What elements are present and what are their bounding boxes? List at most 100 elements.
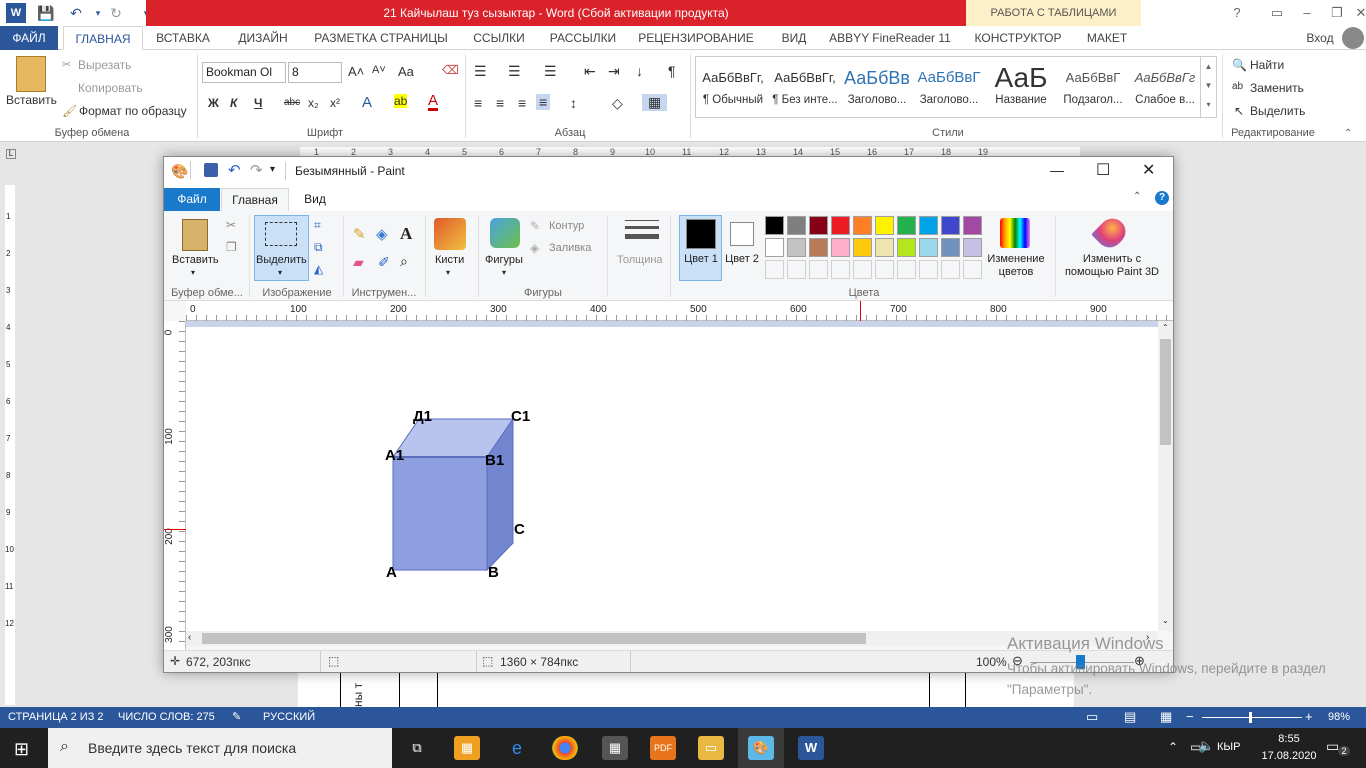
custom-color-slot[interactable] bbox=[919, 260, 938, 279]
custom-color-slot[interactable] bbox=[765, 260, 784, 279]
tab-selector-icon[interactable]: L bbox=[6, 149, 16, 159]
paint3d-button[interactable]: Изменить с помощью Paint 3D bbox=[1058, 253, 1166, 279]
paste-icon[interactable] bbox=[182, 219, 208, 251]
palette-color-swatch[interactable] bbox=[897, 216, 916, 235]
palette-color-swatch[interactable] bbox=[831, 216, 850, 235]
paste-button[interactable]: Вставить bbox=[6, 93, 57, 107]
palette-color-swatch[interactable] bbox=[853, 216, 872, 235]
shapes-dropdown-icon[interactable]: ▾ bbox=[502, 268, 506, 277]
align-center-icon[interactable]: ≡ bbox=[496, 95, 504, 111]
justify-icon[interactable]: ≡ bbox=[536, 94, 551, 110]
paste-button[interactable]: Вставить bbox=[172, 254, 219, 266]
styles-scroll-icon[interactable]: ▲ ▼ ▾ bbox=[1200, 57, 1216, 117]
store-icon[interactable]: ▦ bbox=[454, 736, 480, 760]
fill-icon[interactable]: ◈ bbox=[376, 225, 388, 243]
scroll-down-icon[interactable]: ⌄ bbox=[1162, 616, 1169, 625]
shapes-icon[interactable] bbox=[490, 218, 520, 248]
language-indicator[interactable]: РУССКИЙ bbox=[263, 711, 315, 723]
ribbon-display-icon[interactable]: ▭ bbox=[1262, 0, 1292, 26]
brushes-icon[interactable] bbox=[434, 218, 466, 250]
help-icon[interactable]: ? bbox=[1222, 0, 1252, 26]
clear-format-icon[interactable]: ⌫ bbox=[442, 63, 459, 77]
palette-color-swatch[interactable] bbox=[963, 238, 982, 257]
custom-color-slot[interactable] bbox=[941, 260, 960, 279]
style-subtitle[interactable]: АаБбВвГ Подзагол... bbox=[1057, 58, 1129, 114]
color2-swatch[interactable] bbox=[730, 222, 754, 246]
tab-layout-table[interactable]: МАКЕТ bbox=[1078, 26, 1136, 50]
custom-color-slot[interactable] bbox=[963, 260, 982, 279]
web-layout-icon[interactable]: ▦ bbox=[1160, 709, 1172, 725]
sign-in-link[interactable]: Вход bbox=[1300, 26, 1340, 50]
copy-icon[interactable]: ❐ bbox=[226, 240, 237, 254]
font-color-icon[interactable]: A bbox=[428, 93, 439, 111]
shrink-font-button[interactable]: A˅ bbox=[372, 64, 386, 76]
magnifier-icon[interactable]: ⌕ bbox=[400, 253, 408, 270]
collapse-ribbon-icon[interactable]: ⌃ bbox=[1344, 128, 1352, 139]
italic-button[interactable]: К bbox=[230, 96, 237, 110]
task-view-icon[interactable]: ⧉ bbox=[404, 736, 430, 760]
resize-icon[interactable]: ⧉ bbox=[314, 240, 323, 255]
align-left-icon[interactable]: ≡ bbox=[474, 95, 482, 111]
edge-icon[interactable]: e bbox=[504, 736, 530, 760]
tab-home[interactable]: ГЛАВНАЯ bbox=[63, 26, 143, 50]
palette-color-swatch[interactable] bbox=[853, 238, 872, 257]
paste-icon[interactable] bbox=[16, 56, 46, 92]
tab-constructor[interactable]: КОНСТРУКТОР bbox=[968, 26, 1068, 50]
custom-color-slot[interactable] bbox=[809, 260, 828, 279]
tab-mailings[interactable]: РАССЫЛКИ bbox=[542, 26, 624, 50]
undo-icon[interactable]: ↶ bbox=[66, 3, 86, 23]
palette-color-swatch[interactable] bbox=[809, 238, 828, 257]
palette-color-swatch[interactable] bbox=[765, 238, 784, 257]
style-no-spacing[interactable]: АаБбВвГг, ¶ Без инте... bbox=[769, 58, 841, 114]
help-icon[interactable]: ? bbox=[1155, 191, 1169, 205]
text-icon[interactable]: A bbox=[400, 224, 412, 244]
numbering-icon[interactable]: ☰ bbox=[508, 63, 521, 80]
tab-file[interactable]: ФАЙЛ bbox=[0, 26, 58, 50]
paste-dropdown-icon[interactable]: ▾ bbox=[191, 268, 195, 277]
cut-icon[interactable]: ✂ bbox=[226, 218, 236, 232]
strikethrough-button[interactable]: abc bbox=[284, 97, 300, 108]
replace-button[interactable]: Заменить bbox=[1250, 81, 1304, 95]
increase-indent-icon[interactable]: ⇥ bbox=[608, 63, 620, 80]
tab-insert[interactable]: ВСТАВКА bbox=[150, 26, 216, 50]
brushes-dropdown-icon[interactable]: ▾ bbox=[446, 268, 450, 277]
select-dropdown-icon[interactable]: ▾ bbox=[278, 268, 282, 277]
palette-color-swatch[interactable] bbox=[765, 216, 784, 235]
tab-review[interactable]: РЕЦЕНЗИРОВАНИЕ bbox=[636, 26, 756, 50]
text-effects-icon[interactable]: A bbox=[362, 94, 372, 111]
thickness-button[interactable]: Толщина bbox=[617, 254, 663, 266]
edit-colors-icon[interactable] bbox=[1000, 218, 1030, 248]
scroll-up-icon[interactable]: ⌃ bbox=[1162, 323, 1169, 332]
collapse-ribbon-icon[interactable]: ⌃ bbox=[1133, 191, 1141, 202]
palette-color-swatch[interactable] bbox=[919, 216, 938, 235]
customize-qat-icon[interactable]: ▾ bbox=[270, 164, 275, 175]
grow-font-button[interactable]: A˄ bbox=[348, 64, 364, 79]
save-icon[interactable] bbox=[204, 163, 218, 177]
tab-view[interactable]: Вид bbox=[298, 188, 332, 211]
crop-icon[interactable]: ⌗ bbox=[314, 218, 321, 233]
underline-button[interactable]: Ч bbox=[254, 96, 262, 110]
chrome-icon[interactable] bbox=[552, 736, 578, 760]
vertical-scrollbar[interactable]: ⌃ ⌄ bbox=[1158, 321, 1173, 631]
subscript-button[interactable]: x₂ bbox=[308, 96, 319, 110]
multilevel-icon[interactable]: ☰ bbox=[544, 63, 557, 80]
clock-date[interactable]: 17.08.2020 bbox=[1254, 750, 1324, 762]
scroll-thumb[interactable] bbox=[1160, 339, 1171, 445]
color2-label[interactable]: Цвет 2 bbox=[724, 253, 760, 266]
custom-color-slot[interactable] bbox=[831, 260, 850, 279]
font-size-select[interactable]: 8 bbox=[288, 62, 342, 83]
custom-color-slot[interactable] bbox=[875, 260, 894, 279]
sort-icon[interactable]: ↓ bbox=[636, 63, 643, 79]
borders-icon[interactable]: ▦ bbox=[642, 94, 668, 111]
undo-dropdown-icon[interactable]: ▾ bbox=[88, 3, 108, 23]
decrease-indent-icon[interactable]: ⇤ bbox=[584, 63, 596, 80]
zoom-slider-thumb[interactable] bbox=[1249, 712, 1252, 723]
palette-color-swatch[interactable] bbox=[963, 216, 982, 235]
palette-color-swatch[interactable] bbox=[941, 238, 960, 257]
palette-color-swatch[interactable] bbox=[897, 238, 916, 257]
palette-color-swatch[interactable] bbox=[875, 238, 894, 257]
palette-color-swatch[interactable] bbox=[875, 216, 894, 235]
tab-layout[interactable]: РАЗМЕТКА СТРАНИЦЫ bbox=[308, 26, 454, 50]
brushes-button[interactable]: Кисти bbox=[435, 254, 464, 266]
superscript-button[interactable]: x² bbox=[330, 96, 340, 110]
